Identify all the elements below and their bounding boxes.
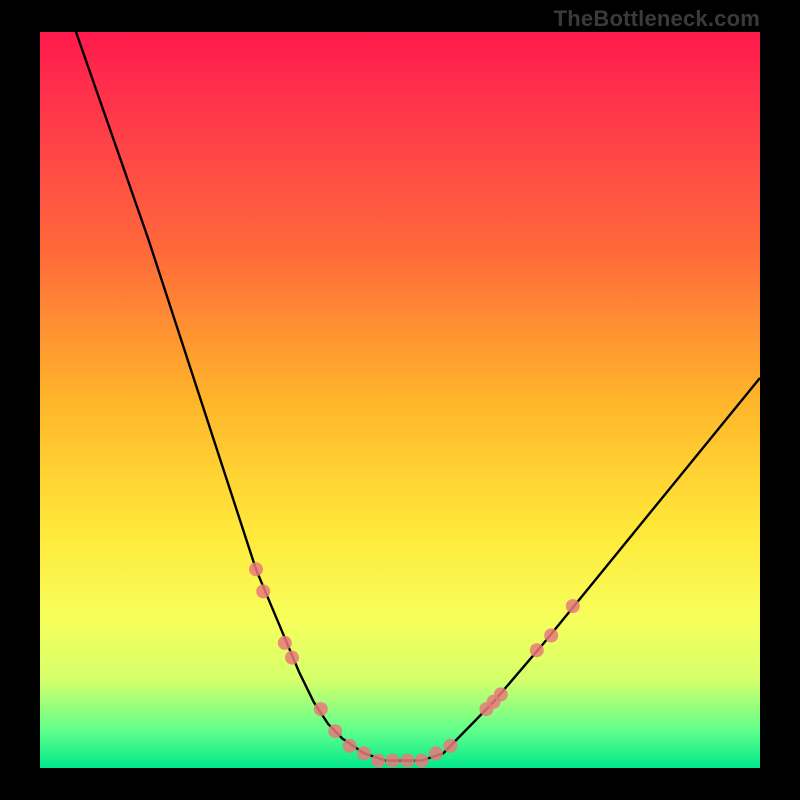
curve-marker: [371, 754, 385, 768]
curve-marker: [494, 687, 508, 701]
curve-marker: [415, 754, 429, 768]
curve-marker: [566, 599, 580, 613]
curve-marker: [443, 739, 457, 753]
curve-marker: [343, 739, 357, 753]
curve-marker: [400, 754, 414, 768]
curve-layer: [40, 32, 760, 768]
curve-marker: [357, 746, 371, 760]
curve-marker: [328, 724, 342, 738]
curve-marker: [285, 651, 299, 665]
curve-marker: [429, 746, 443, 760]
curve-marker: [249, 562, 263, 576]
marker-group: [249, 562, 580, 767]
curve-marker: [530, 643, 544, 657]
chart-frame: TheBottleneck.com: [0, 0, 800, 800]
curve-marker: [386, 754, 400, 768]
curve-marker: [278, 636, 292, 650]
curve-marker: [256, 584, 270, 598]
curve-marker: [314, 702, 328, 716]
watermark-text: TheBottleneck.com: [554, 6, 760, 32]
curve-marker: [544, 629, 558, 643]
bottleneck-curve: [76, 32, 760, 761]
plot-area: [40, 32, 760, 768]
